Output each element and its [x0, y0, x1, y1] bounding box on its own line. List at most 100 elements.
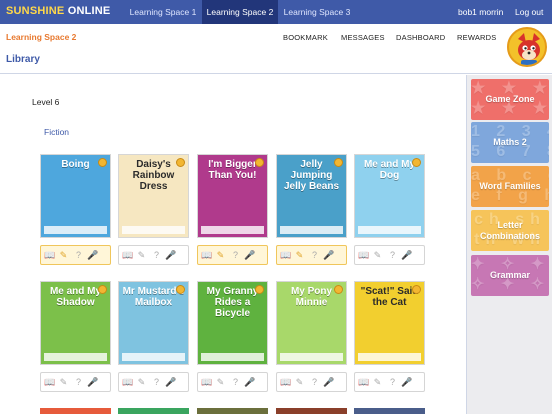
book-cover[interactable]: My Pony Minnie: [276, 281, 347, 365]
book-actions: 📖 ✎? 🎤: [118, 372, 189, 392]
app: SUNSHINE ONLINE Learning Space 1 Learnin…: [0, 0, 552, 414]
word-families-label: Word Families: [479, 181, 541, 191]
quiz-icon[interactable]: ✎: [136, 376, 147, 388]
record-mic-icon[interactable]: 🎤: [165, 376, 176, 388]
logout-link[interactable]: Log out: [515, 0, 543, 24]
help-icon[interactable]: ?: [230, 249, 241, 261]
read-book-icon[interactable]: 📖: [201, 376, 212, 388]
read-book-icon[interactable]: 📖: [358, 376, 369, 388]
read-book-icon[interactable]: 📖: [44, 376, 55, 388]
book-actions: 📖 ✎? 🎤: [40, 245, 111, 265]
record-mic-icon[interactable]: 🎤: [87, 376, 98, 388]
read-book-icon[interactable]: 📖: [358, 249, 369, 261]
record-mic-icon[interactable]: 🎤: [165, 249, 176, 261]
book-cover[interactable]: Jelly Jumping Jelly Beans: [276, 154, 347, 238]
library-main: Level 6 Fiction Boing 📖 ✎? 🎤 Daisy's Rainbow…: [0, 75, 466, 414]
book-cover-partial[interactable]: [118, 408, 189, 414]
record-mic-icon[interactable]: 🎤: [401, 249, 412, 261]
tab-learning-space-1[interactable]: Learning Space 1: [124, 0, 202, 24]
maths-card[interactable]: 1 2 3 45 6 7 8 Maths 2: [471, 122, 549, 163]
book-cover[interactable]: Boing: [40, 154, 111, 238]
help-icon[interactable]: ?: [309, 249, 320, 261]
book-cover[interactable]: Mr Mustard's Mailbox: [118, 281, 189, 365]
book-cover[interactable]: Me and My Shadow: [40, 281, 111, 365]
book-cover-partial[interactable]: [354, 408, 425, 414]
grammar-card[interactable]: ✦ ✧ ✦ ✧ ✦ ✧ Grammar: [471, 255, 549, 296]
nav-dashboard[interactable]: DASHBOARD: [396, 33, 445, 42]
quiz-icon[interactable]: ✎: [58, 376, 69, 388]
book-cover[interactable]: "Scat!" Said the Cat: [354, 281, 425, 365]
read-book-icon[interactable]: 📖: [201, 249, 212, 261]
book-cover-partial[interactable]: [197, 408, 268, 414]
word-families-card[interactable]: a b c de f g h Word Families: [471, 166, 549, 207]
help-icon[interactable]: ?: [151, 249, 162, 261]
record-mic-icon[interactable]: 🎤: [323, 249, 334, 261]
record-mic-icon[interactable]: 🎤: [244, 376, 255, 388]
book-credit: [44, 226, 107, 234]
read-book-icon[interactable]: 📖: [280, 376, 291, 388]
learning-space-title: Learning Space 2: [6, 32, 77, 42]
game-zone-card[interactable]: ★ ★ ★ ★★ ★ ★ Game Zone: [471, 79, 549, 120]
page-title: Library: [6, 54, 40, 65]
read-book-icon[interactable]: 📖: [122, 376, 133, 388]
quiz-icon[interactable]: ✎: [294, 376, 305, 388]
quiz-icon[interactable]: ✎: [372, 376, 383, 388]
book-actions: 📖 ✎? 🎤: [118, 245, 189, 265]
book-cover[interactable]: I'm Bigger Than You!: [197, 154, 268, 238]
page-header: Learning Space 2 Library BOOKMARK MESSAG…: [0, 24, 552, 74]
book-actions: 📖 ✎? 🎤: [197, 372, 268, 392]
record-mic-icon[interactable]: 🎤: [401, 376, 412, 388]
level-badge-icon: [412, 158, 421, 167]
help-icon[interactable]: ?: [230, 376, 241, 388]
letter-combinations-card[interactable]: ch sh th wh Letter Combinations: [471, 210, 549, 251]
level-badge-icon: [176, 158, 185, 167]
help-icon[interactable]: ?: [387, 249, 398, 261]
user-name[interactable]: bob1 morrin: [458, 0, 503, 24]
book-actions: 📖 ✎? 🎤: [276, 245, 347, 265]
brand-part1: SUNSHINE: [6, 5, 65, 17]
help-icon[interactable]: ?: [387, 376, 398, 388]
book-credit: [44, 353, 107, 361]
section-fiction[interactable]: Fiction: [44, 127, 69, 137]
level-badge-icon: [176, 285, 185, 294]
tab-learning-space-2[interactable]: Learning Space 2: [202, 0, 278, 24]
quiz-icon[interactable]: ✎: [136, 249, 147, 261]
nav-rewards[interactable]: REWARDS: [457, 33, 496, 42]
nav-bookmark[interactable]: BOOKMARK: [283, 33, 328, 42]
record-mic-icon[interactable]: 🎤: [323, 376, 334, 388]
maths-label: Maths 2: [493, 137, 527, 147]
book-cover[interactable]: Daisy's Rainbow Dress: [118, 154, 189, 238]
book-credit: [122, 226, 185, 234]
record-mic-icon[interactable]: 🎤: [87, 249, 98, 261]
quiz-icon[interactable]: ✎: [58, 249, 69, 261]
book-cover-partial[interactable]: [276, 408, 347, 414]
quiz-icon[interactable]: ✎: [215, 249, 226, 261]
help-icon[interactable]: ?: [73, 249, 84, 261]
read-book-icon[interactable]: 📖: [122, 249, 133, 261]
help-icon[interactable]: ?: [309, 376, 320, 388]
book-credit: [358, 353, 421, 361]
fox-avatar-icon[interactable]: [507, 27, 547, 67]
level-badge-icon: [412, 285, 421, 294]
book-cover[interactable]: My Granny Rides a Bicycle: [197, 281, 268, 365]
book-cover[interactable]: Me and My Dog: [354, 154, 425, 238]
book-actions: 📖 ✎? 🎤: [276, 372, 347, 392]
book-credit: [122, 353, 185, 361]
read-book-icon[interactable]: 📖: [44, 249, 55, 261]
read-book-icon[interactable]: 📖: [280, 249, 291, 261]
level-badge-icon: [98, 158, 107, 167]
help-icon[interactable]: ?: [151, 376, 162, 388]
help-icon[interactable]: ?: [73, 376, 84, 388]
quiz-icon[interactable]: ✎: [294, 249, 305, 261]
nav-messages[interactable]: MESSAGES: [341, 33, 385, 42]
book-actions: 📖 ✎? 🎤: [354, 245, 425, 265]
level-badge-icon: [255, 285, 264, 294]
activities-sidebar: ★ ★ ★ ★★ ★ ★ Game Zone 1 2 3 45 6 7 8 Ma…: [466, 75, 552, 414]
quiz-icon[interactable]: ✎: [372, 249, 383, 261]
quiz-icon[interactable]: ✎: [215, 376, 226, 388]
book-cover-partial[interactable]: [40, 408, 111, 414]
brand-logo[interactable]: SUNSHINE ONLINE: [6, 5, 110, 17]
book-actions: 📖 ✎? 🎤: [354, 372, 425, 392]
tab-learning-space-3[interactable]: Learning Space 3: [278, 0, 356, 24]
record-mic-icon[interactable]: 🎤: [244, 249, 255, 261]
